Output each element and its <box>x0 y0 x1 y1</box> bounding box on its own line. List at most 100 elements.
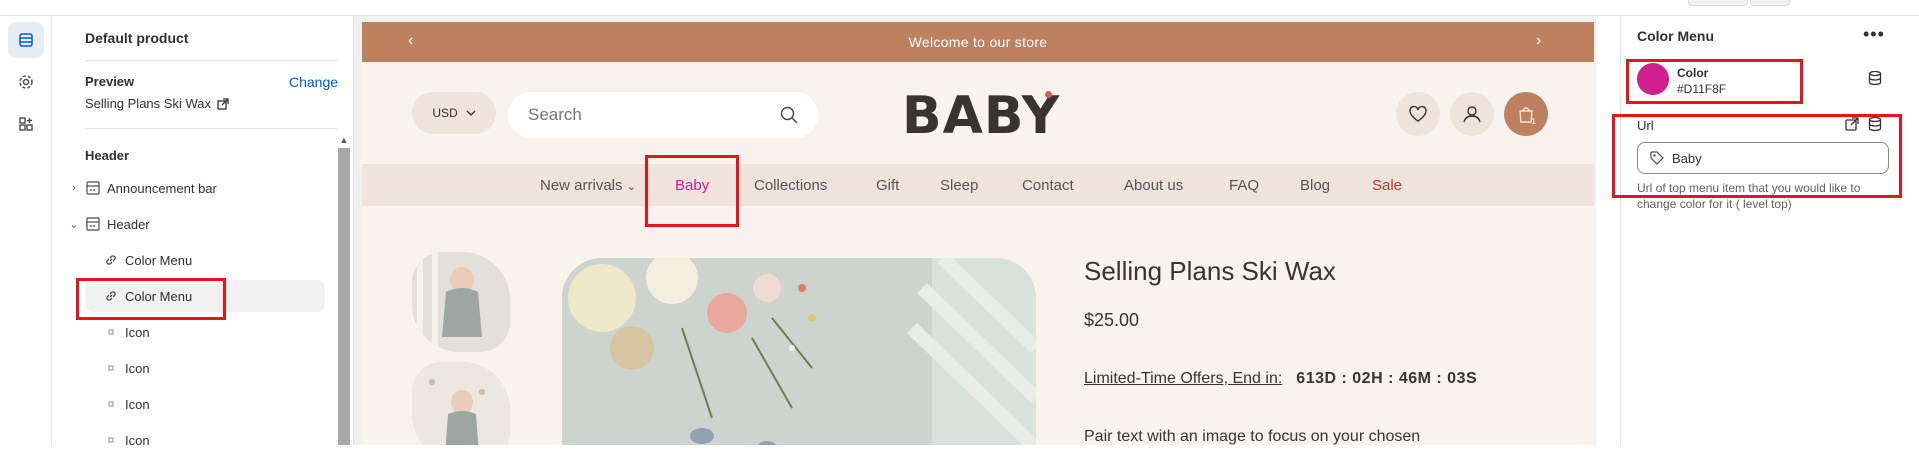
tag-icon <box>1650 151 1664 165</box>
tree-item-icon[interactable]: Icon <box>103 424 325 456</box>
product-thumbnail[interactable] <box>412 252 510 352</box>
nav-sleep[interactable]: Sleep <box>940 177 978 194</box>
nav-gift[interactable]: Gift <box>876 177 899 194</box>
product-description: Pair text with an image to focus on your… <box>1084 428 1421 445</box>
wishlist-button[interactable] <box>1396 92 1440 136</box>
sections-scrollbar[interactable]: ▲ <box>336 134 350 445</box>
scroll-up-icon[interactable]: ▲ <box>338 134 350 146</box>
product-price: $25.00 <box>1084 310 1140 330</box>
store-preview: ‹ Welcome to our store › USD BABY 1 New … <box>354 16 1596 445</box>
toolbar-button[interactable] <box>1750 0 1790 6</box>
more-actions-icon[interactable]: ••• <box>1863 24 1885 45</box>
chevron-right-icon[interactable]: › <box>1536 32 1542 50</box>
url-help-text: Url of top menu item that you would like… <box>1637 181 1861 211</box>
url-value: Baby <box>1672 150 1702 166</box>
nav-contact[interactable]: Contact <box>1022 177 1074 194</box>
chevron-down-icon: ⌄ <box>626 181 636 193</box>
url-picker[interactable]: Baby <box>1637 142 1889 174</box>
tree-item-color-menu[interactable]: Color Menu <box>103 244 325 276</box>
section-icon <box>85 216 101 232</box>
search-icon[interactable] <box>780 106 798 124</box>
chevron-down-icon <box>466 110 476 116</box>
block-icon <box>103 360 119 376</box>
gear-icon <box>19 75 33 89</box>
color-swatch[interactable] <box>1637 63 1669 95</box>
announcement-bar: ‹ Welcome to our store › <box>362 22 1594 62</box>
divider <box>85 128 337 129</box>
color-label: Color <box>1677 66 1709 80</box>
nav-faq[interactable]: FAQ <box>1229 177 1259 194</box>
nav-baby[interactable]: Baby <box>675 177 709 194</box>
sections-panel: Default product Preview Change Selling P… <box>53 16 353 448</box>
currency-selector[interactable]: USD <box>412 92 496 134</box>
block-icon <box>103 432 119 448</box>
editor-icon-rail <box>0 16 52 445</box>
tree-item-label: Icon <box>125 432 150 448</box>
heart-icon <box>1409 106 1427 122</box>
template-title: Default product <box>85 30 189 46</box>
tree-item-label: Color Menu <box>125 288 193 304</box>
account-button[interactable] <box>1450 92 1494 136</box>
product-main-image[interactable] <box>562 258 1036 445</box>
logo-dot <box>1045 91 1052 98</box>
tree-item-header[interactable]: ⌄ Header <box>67 208 325 240</box>
sections-rail-button[interactable] <box>8 22 44 58</box>
settings-title: Color Menu <box>1637 28 1714 44</box>
apps-icon <box>19 117 33 131</box>
countdown-offer: Limited-Time Offers, End in: 613D : 02H … <box>1084 370 1477 388</box>
search-box[interactable] <box>508 92 818 138</box>
tree-item-icon[interactable]: Icon <box>103 388 325 420</box>
store-logo[interactable]: BABY <box>902 86 1060 146</box>
dynamic-source-icon[interactable] <box>1867 116 1883 132</box>
search-input[interactable] <box>528 105 768 125</box>
tree-item-icon[interactable]: Icon <box>103 352 325 384</box>
user-icon <box>1463 106 1481 123</box>
scrollbar-thumb[interactable] <box>338 148 350 445</box>
settings-rail-button[interactable] <box>8 64 44 100</box>
preview-product-label: Selling Plans Ski Wax <box>85 96 211 111</box>
countdown-timer: 613D : 02H : 46M : 03S <box>1296 370 1478 387</box>
chevron-left-icon[interactable]: ‹ <box>408 32 414 50</box>
top-toolbar-strip <box>0 0 1919 16</box>
cart-button[interactable]: 1 <box>1504 92 1548 136</box>
change-preview-link[interactable]: Change <box>289 74 338 90</box>
storefront: ‹ Welcome to our store › USD BABY 1 New … <box>362 22 1594 445</box>
product-thumbnail[interactable] <box>412 362 510 445</box>
section-icon <box>85 180 101 196</box>
chevron-right-icon[interactable]: › <box>67 182 81 194</box>
apps-rail-button[interactable] <box>8 106 44 142</box>
color-value[interactable]: #D11F8F <box>1677 82 1726 96</box>
nav-blog[interactable]: Blog <box>1300 177 1330 194</box>
cart-count: 1 <box>1531 117 1536 126</box>
offer-label: Limited-Time Offers, End in: <box>1084 370 1283 387</box>
external-link-icon <box>217 97 229 110</box>
tree-item-icon[interactable]: Icon <box>103 316 325 348</box>
divider <box>85 60 337 61</box>
block-settings-panel: Color Menu ••• Color #D11F8F Url Baby Ur… <box>1620 16 1919 445</box>
toolbar-button[interactable] <box>1688 0 1748 6</box>
preview-product[interactable]: Selling Plans Ski Wax <box>85 96 229 111</box>
currency-value: USD <box>432 106 458 120</box>
external-link-icon[interactable] <box>1845 117 1859 131</box>
nav-about-us[interactable]: About us <box>1124 177 1183 194</box>
tree-item-announcement-bar[interactable]: › Announcement bar <box>67 172 325 204</box>
nav-new-arrivals[interactable]: New arrivals ⌄ <box>540 177 636 194</box>
link-icon <box>103 288 119 304</box>
chevron-down-icon[interactable]: ⌄ <box>67 218 81 231</box>
tree-item-label: Announcement bar <box>107 180 217 196</box>
dynamic-source-icon[interactable] <box>1867 70 1883 86</box>
tree-item-label: Icon <box>125 324 150 340</box>
logo-text: BABY <box>902 86 1061 146</box>
link-icon <box>103 252 119 268</box>
nav-label: New arrivals <box>540 177 623 194</box>
nav-sale[interactable]: Sale <box>1372 177 1402 194</box>
sections-icon <box>19 33 33 47</box>
tree-item-label: Color Menu <box>125 252 193 268</box>
announcement-text: Welcome to our store <box>908 34 1048 50</box>
tree-item-label: Header <box>107 216 150 232</box>
nav-collections[interactable]: Collections <box>754 177 827 194</box>
tree-item-color-menu-selected[interactable]: Color Menu <box>85 280 325 312</box>
header-group-label: Header <box>85 148 130 163</box>
tree-item-label: Icon <box>125 396 150 412</box>
url-label: Url <box>1637 118 1654 133</box>
